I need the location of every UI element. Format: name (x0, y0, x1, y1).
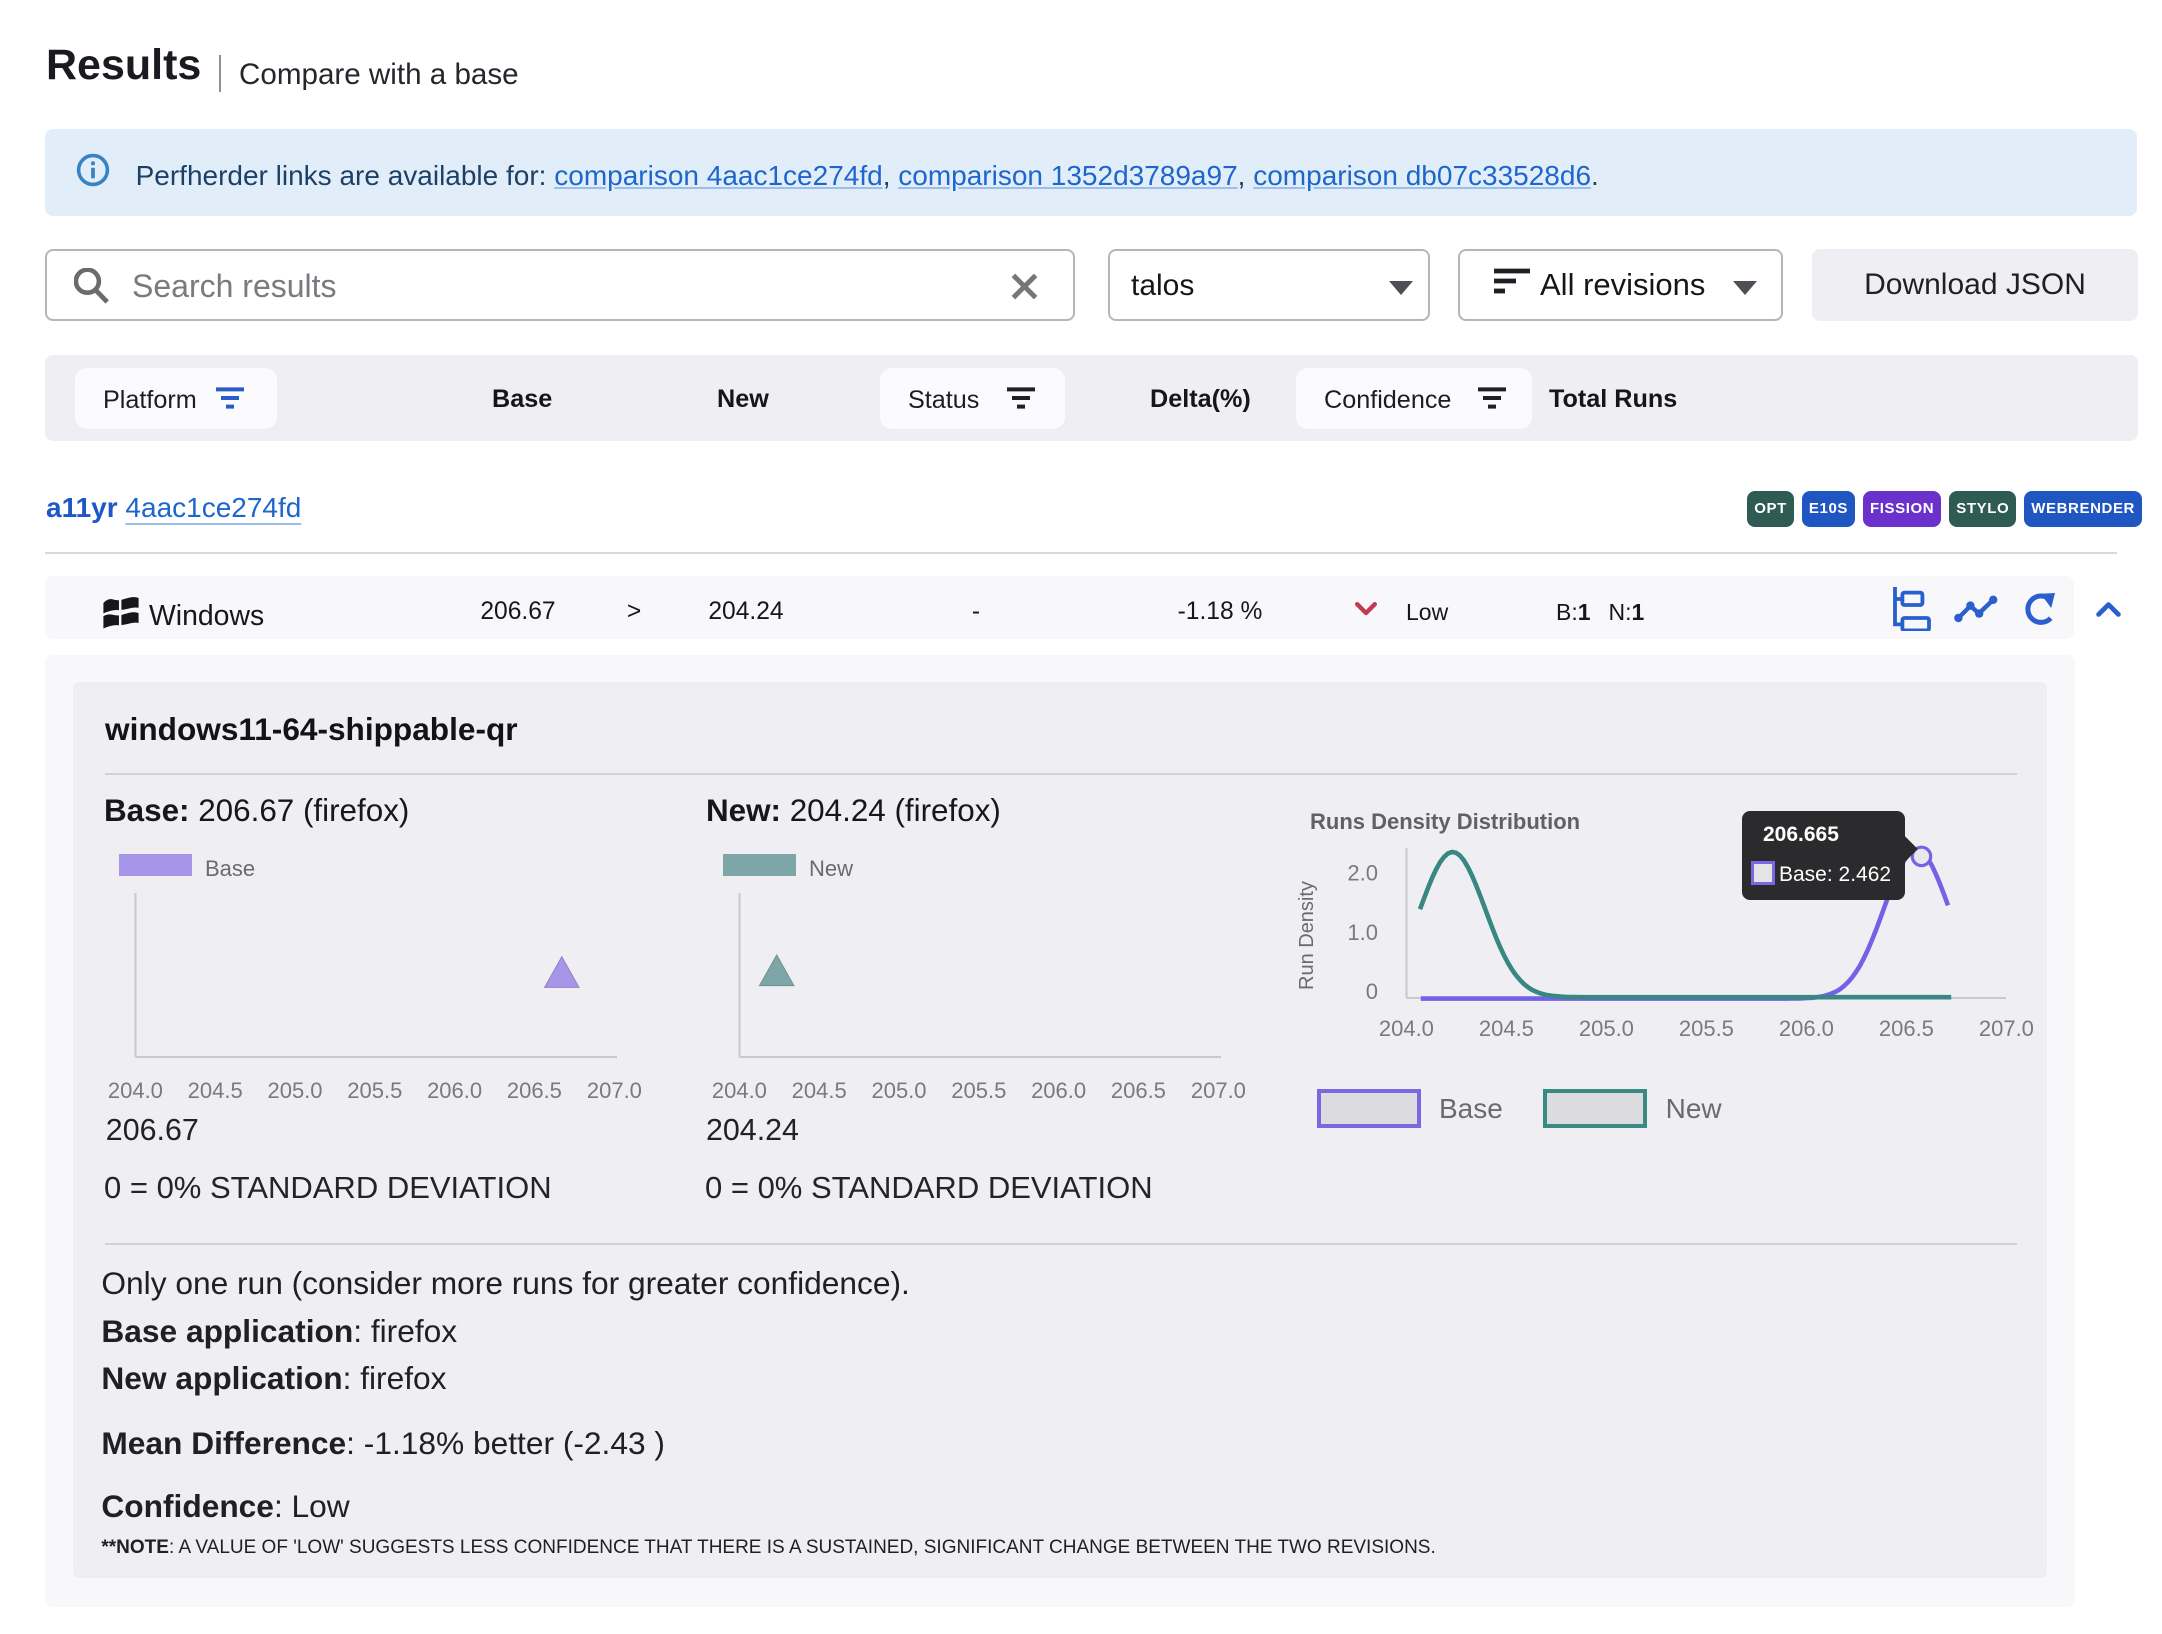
svg-text:204.5: 204.5 (792, 1078, 847, 1103)
svg-text:205.5: 205.5 (951, 1078, 1006, 1103)
svg-text:205.5: 205.5 (1679, 1016, 1734, 1041)
svg-text:204.0: 204.0 (712, 1078, 767, 1103)
svg-text:205.0: 205.0 (267, 1078, 322, 1103)
svg-text:206.0: 206.0 (1779, 1016, 1834, 1041)
svg-text:204.0: 204.0 (108, 1078, 163, 1103)
svg-text:205.0: 205.0 (871, 1078, 926, 1103)
svg-text:204.5: 204.5 (1479, 1016, 1534, 1041)
svg-text:207.0: 207.0 (1979, 1016, 2034, 1041)
svg-text:1.0: 1.0 (1347, 920, 1378, 945)
svg-text:206.0: 206.0 (1031, 1078, 1086, 1103)
svg-text:205.0: 205.0 (1579, 1016, 1634, 1041)
svg-text:2.0: 2.0 (1347, 861, 1378, 886)
svg-text:0: 0 (1366, 979, 1378, 1004)
svg-text:207.0: 207.0 (1191, 1078, 1246, 1103)
svg-text:206.5: 206.5 (507, 1078, 562, 1103)
svg-text:207.0: 207.0 (587, 1078, 642, 1103)
svg-text:206.5: 206.5 (1111, 1078, 1166, 1103)
svg-text:206.0: 206.0 (427, 1078, 482, 1103)
svg-text:205.5: 205.5 (347, 1078, 402, 1103)
svg-text:204.0: 204.0 (1379, 1016, 1434, 1041)
svg-text:206.5: 206.5 (1879, 1016, 1934, 1041)
svg-text:204.5: 204.5 (188, 1078, 243, 1103)
